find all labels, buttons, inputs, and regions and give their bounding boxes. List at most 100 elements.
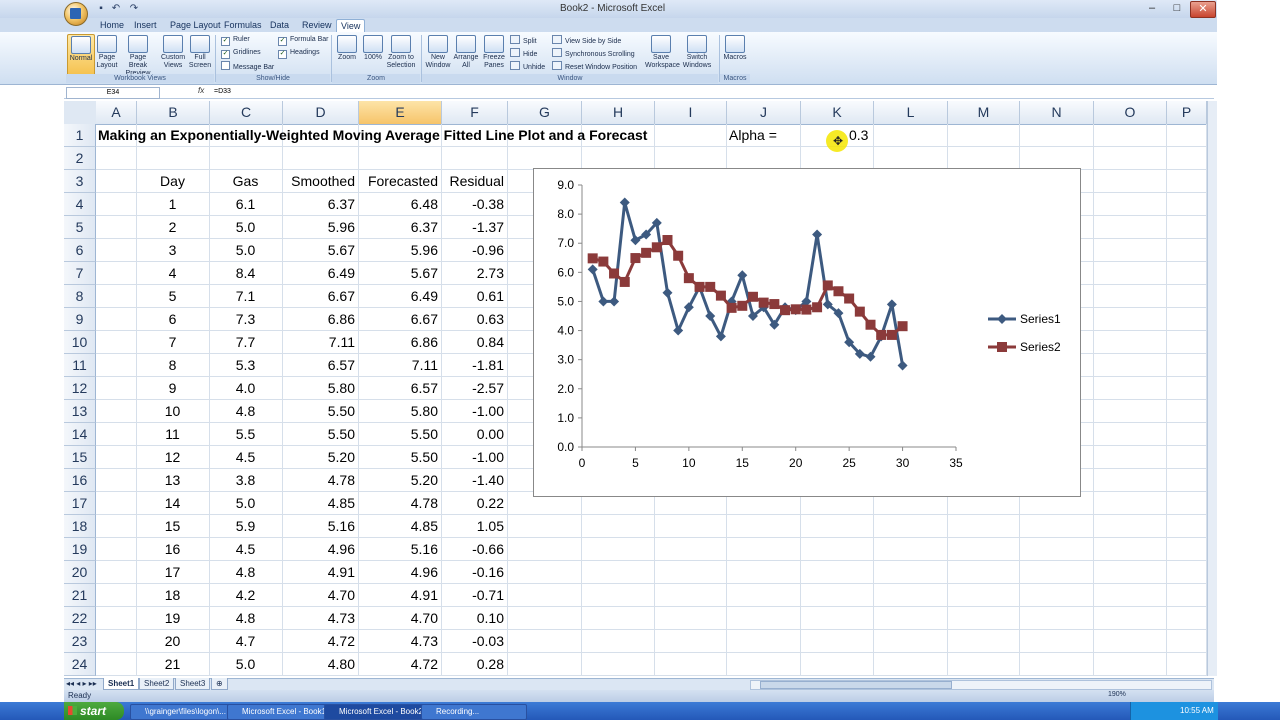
table-cell[interactable]: 5.80 <box>285 377 355 400</box>
column-header[interactable]: G <box>508 101 582 125</box>
page-layout-view-button[interactable]: Page Layout <box>95 34 119 74</box>
table-cell[interactable]: 5.0 <box>212 492 279 515</box>
formula-bar-checkbox[interactable]: ✓ Formula Bar <box>278 35 329 46</box>
table-cell[interactable]: 6.57 <box>285 354 355 377</box>
table-cell[interactable]: 0.84 <box>444 331 504 354</box>
table-header-cell[interactable]: Gas <box>212 170 279 193</box>
row-header[interactable]: 14 <box>64 423 96 446</box>
custom-views-button[interactable]: Custom Views <box>159 34 187 74</box>
table-cell[interactable]: 6.48 <box>361 193 438 216</box>
taskbar-item-recording[interactable]: Recording... <box>421 704 527 720</box>
table-cell[interactable]: -1.37 <box>444 216 504 239</box>
table-cell[interactable]: 6.1 <box>212 193 279 216</box>
unhide-button[interactable]: Unhide <box>510 61 545 71</box>
table-cell[interactable]: 4.7 <box>212 630 279 653</box>
taskbar-item-explorer[interactable]: \\grainger\files\logon\... <box>130 704 236 720</box>
table-cell[interactable]: 2.73 <box>444 262 504 285</box>
table-cell[interactable]: 5.3 <box>212 354 279 377</box>
table-cell[interactable]: 6 <box>139 308 206 331</box>
save-workspace-button[interactable]: Save Workspace <box>645 34 680 74</box>
table-cell[interactable]: 9 <box>139 377 206 400</box>
row-header[interactable]: 2 <box>64 147 96 170</box>
zoom-100-button[interactable]: 100% <box>361 34 385 74</box>
minimize-button[interactable]: – <box>1140 1 1164 16</box>
table-cell[interactable]: 4.96 <box>361 561 438 584</box>
insert-sheet-icon[interactable]: ⊕ <box>211 678 228 690</box>
table-cell[interactable]: -1.81 <box>444 354 504 377</box>
table-cell[interactable]: 5.50 <box>361 446 438 469</box>
row-header[interactable]: 16 <box>64 469 96 492</box>
name-box[interactable]: E34 <box>66 87 160 99</box>
table-cell[interactable]: 3.8 <box>212 469 279 492</box>
table-cell[interactable]: 7 <box>139 331 206 354</box>
close-button[interactable]: ✕ <box>1190 1 1216 18</box>
table-cell[interactable]: 5.0 <box>212 216 279 239</box>
table-cell[interactable]: 15 <box>139 515 206 538</box>
table-cell[interactable]: 4.8 <box>212 400 279 423</box>
table-cell[interactable]: 3 <box>139 239 206 262</box>
table-cell[interactable]: 0.63 <box>444 308 504 331</box>
headings-checkbox[interactable]: ✓ Headings <box>278 48 320 59</box>
table-cell[interactable]: 5.5 <box>212 423 279 446</box>
table-cell[interactable]: 7.3 <box>212 308 279 331</box>
alpha-value-cell[interactable]: 0.3 <box>849 124 889 147</box>
vertical-scrollbar[interactable] <box>1207 101 1217 676</box>
table-cell[interactable]: 4.5 <box>212 538 279 561</box>
taskbar-item-book2[interactable]: Microsoft Excel - Book2 <box>324 704 430 720</box>
macros-button[interactable]: Macros <box>722 34 748 74</box>
table-cell[interactable]: 5.50 <box>285 400 355 423</box>
table-cell[interactable]: 14 <box>139 492 206 515</box>
table-cell[interactable]: 11 <box>139 423 206 446</box>
alpha-label-cell[interactable]: Alpha = <box>729 124 797 147</box>
taskbar-item-book1[interactable]: Microsoft Excel - Book1 <box>227 704 333 720</box>
column-header[interactable]: L <box>874 101 948 125</box>
row-header[interactable]: 10 <box>64 331 96 354</box>
split-button[interactable]: Split <box>510 35 537 45</box>
row-header[interactable]: 19 <box>64 538 96 561</box>
table-cell[interactable]: 8 <box>139 354 206 377</box>
sheet-tab-3[interactable]: Sheet3 <box>175 678 211 690</box>
switch-windows-button[interactable]: Switch Windows <box>679 34 715 74</box>
table-cell[interactable]: -0.03 <box>444 630 504 653</box>
column-header[interactable]: M <box>948 101 1020 125</box>
table-cell[interactable]: 4.2 <box>212 584 279 607</box>
tab-page-layout[interactable]: Page Layout <box>170 19 221 31</box>
tab-view[interactable]: View <box>336 19 366 32</box>
table-cell[interactable]: 1.05 <box>444 515 504 538</box>
table-cell[interactable]: 20 <box>139 630 206 653</box>
table-cell[interactable]: 4.91 <box>361 584 438 607</box>
undo-icon[interactable]: ↶ <box>110 3 122 15</box>
table-cell[interactable]: 19 <box>139 607 206 630</box>
table-header-cell[interactable]: Smoothed <box>285 170 355 193</box>
table-cell[interactable]: 0.61 <box>444 285 504 308</box>
row-header[interactable]: 12 <box>64 377 96 400</box>
table-cell[interactable]: -0.96 <box>444 239 504 262</box>
table-cell[interactable]: 12 <box>139 446 206 469</box>
table-cell[interactable]: 5.96 <box>285 216 355 239</box>
column-header[interactable]: B <box>137 101 210 125</box>
save-icon[interactable]: ▪ <box>95 3 107 15</box>
table-cell[interactable]: 5.9 <box>212 515 279 538</box>
table-cell[interactable]: 0.22 <box>444 492 504 515</box>
table-cell[interactable]: -1.00 <box>444 400 504 423</box>
table-cell[interactable]: 4.70 <box>361 607 438 630</box>
ruler-checkbox[interactable]: ✓ Ruler <box>221 35 250 46</box>
table-cell[interactable]: 21 <box>139 653 206 676</box>
table-cell[interactable]: 4.78 <box>361 492 438 515</box>
row-header[interactable]: 24 <box>64 653 96 676</box>
table-cell[interactable]: 0.00 <box>444 423 504 446</box>
reset-window-position-button[interactable]: Reset Window Position <box>552 61 637 71</box>
table-cell[interactable]: 5.16 <box>285 515 355 538</box>
table-cell[interactable]: 6.67 <box>285 285 355 308</box>
table-cell[interactable]: 4.72 <box>285 630 355 653</box>
tab-formulas[interactable]: Formulas <box>224 19 262 31</box>
table-cell[interactable]: 5.96 <box>361 239 438 262</box>
table-cell[interactable]: 5.67 <box>361 262 438 285</box>
table-cell[interactable]: 6.86 <box>361 331 438 354</box>
row-header[interactable]: 3 <box>64 170 96 193</box>
maximize-button[interactable]: □ <box>1165 1 1189 16</box>
redo-icon[interactable]: ↷ <box>128 3 140 15</box>
row-header[interactable]: 11 <box>64 354 96 377</box>
table-cell[interactable]: 17 <box>139 561 206 584</box>
office-button[interactable] <box>64 2 88 26</box>
